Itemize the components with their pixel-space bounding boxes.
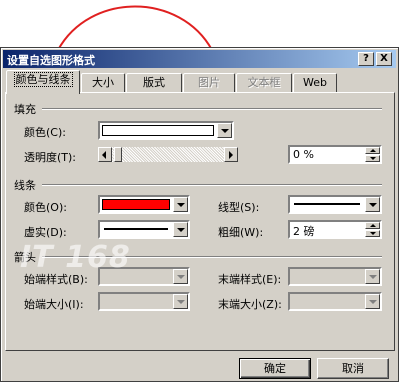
tab-label: 颜色与线条	[13, 72, 73, 87]
help-button[interactable]: ?	[358, 52, 374, 66]
colors-and-lines-panel: 填充 颜色(C): 透明度(T): 0 % 线条 颜色(O): 线型(S): 虚…	[5, 92, 395, 351]
spin-up-icon[interactable]	[365, 147, 380, 154]
fill-color-label: 颜色(C):	[24, 126, 66, 139]
chevron-down-icon[interactable]	[365, 294, 380, 309]
dialog-title: 设置自选图形格式	[7, 54, 95, 67]
tab-colors-and-lines[interactable]: 颜色与线条	[6, 70, 80, 94]
spin-down-icon[interactable]	[365, 155, 380, 162]
end-size-label: 末端大小(Z):	[218, 298, 282, 311]
tab-label: Web	[303, 76, 327, 89]
tab-size[interactable]: 大小	[81, 73, 125, 93]
tab-layout[interactable]: 版式	[126, 73, 182, 93]
tab-web[interactable]: Web	[293, 73, 337, 93]
close-button[interactable]: X	[376, 52, 392, 66]
line-style-label: 线型(S):	[218, 201, 260, 214]
slider-right-arrow-icon[interactable]	[224, 147, 238, 162]
tab-label: 版式	[143, 76, 165, 89]
begin-size-dropdown[interactable]	[98, 292, 190, 311]
fill-section-title: 填充	[14, 103, 36, 116]
slider-thumb[interactable]	[114, 147, 122, 162]
line-color-swatch	[102, 199, 170, 210]
spin-up-icon[interactable]	[365, 222, 380, 229]
weight-spinner[interactable]: 2 磅	[288, 220, 382, 239]
end-style-dropdown[interactable]	[288, 267, 382, 286]
weight-value: 2 磅	[293, 225, 315, 238]
spin-down-icon[interactable]	[365, 230, 380, 237]
tab-label: 图片	[198, 76, 220, 89]
end-size-dropdown[interactable]	[288, 292, 382, 311]
dash-label: 虚实(D):	[24, 226, 67, 239]
divider	[42, 184, 382, 186]
tab-label: 大小	[92, 76, 114, 89]
begin-style-dropdown[interactable]	[98, 267, 190, 286]
dash-sample	[104, 228, 168, 230]
dash-dropdown[interactable]	[98, 220, 190, 239]
chevron-down-icon[interactable]	[365, 197, 380, 212]
cancel-button[interactable]: 取消	[317, 358, 389, 379]
fill-color-dropdown[interactable]	[98, 121, 234, 140]
transparency-value: 0 %	[293, 148, 314, 161]
line-style-sample	[294, 203, 360, 205]
end-style-label: 末端样式(E):	[218, 273, 282, 286]
divider	[42, 256, 382, 258]
transparency-slider[interactable]	[98, 147, 238, 162]
tab-label: 文本框	[247, 76, 281, 89]
chevron-down-icon[interactable]	[173, 197, 188, 212]
line-style-dropdown[interactable]	[288, 195, 382, 214]
weight-label: 粗细(W):	[218, 226, 264, 239]
fill-color-swatch	[102, 125, 214, 136]
begin-style-label: 始端样式(B):	[24, 273, 88, 286]
line-color-label: 颜色(O):	[24, 201, 67, 214]
begin-size-label: 始端大小(I):	[24, 298, 84, 311]
tab-picture[interactable]: 图片	[183, 73, 235, 93]
format-autoshape-dialog: 设置自选图形格式 ? X 颜色与线条 大小 版式 图片 文本框 Web 填充 颜…	[0, 47, 399, 382]
chevron-down-icon[interactable]	[173, 294, 188, 309]
arrows-section-title: 箭头	[14, 251, 36, 264]
chevron-down-icon[interactable]	[173, 269, 188, 284]
line-color-dropdown[interactable]	[98, 195, 190, 214]
transparency-label: 透明度(T):	[24, 151, 77, 164]
tab-text-box[interactable]: 文本框	[236, 73, 292, 93]
chevron-down-icon[interactable]	[217, 123, 232, 138]
chevron-down-icon[interactable]	[365, 269, 380, 284]
slider-left-arrow-icon[interactable]	[98, 147, 112, 162]
title-bar: 设置自选图形格式 ? X	[3, 50, 396, 68]
chevron-down-icon[interactable]	[173, 222, 188, 237]
line-section-title: 线条	[14, 179, 36, 192]
transparency-spinner[interactable]: 0 %	[288, 145, 382, 164]
ok-button[interactable]: 确定	[239, 358, 311, 379]
divider	[42, 108, 382, 110]
